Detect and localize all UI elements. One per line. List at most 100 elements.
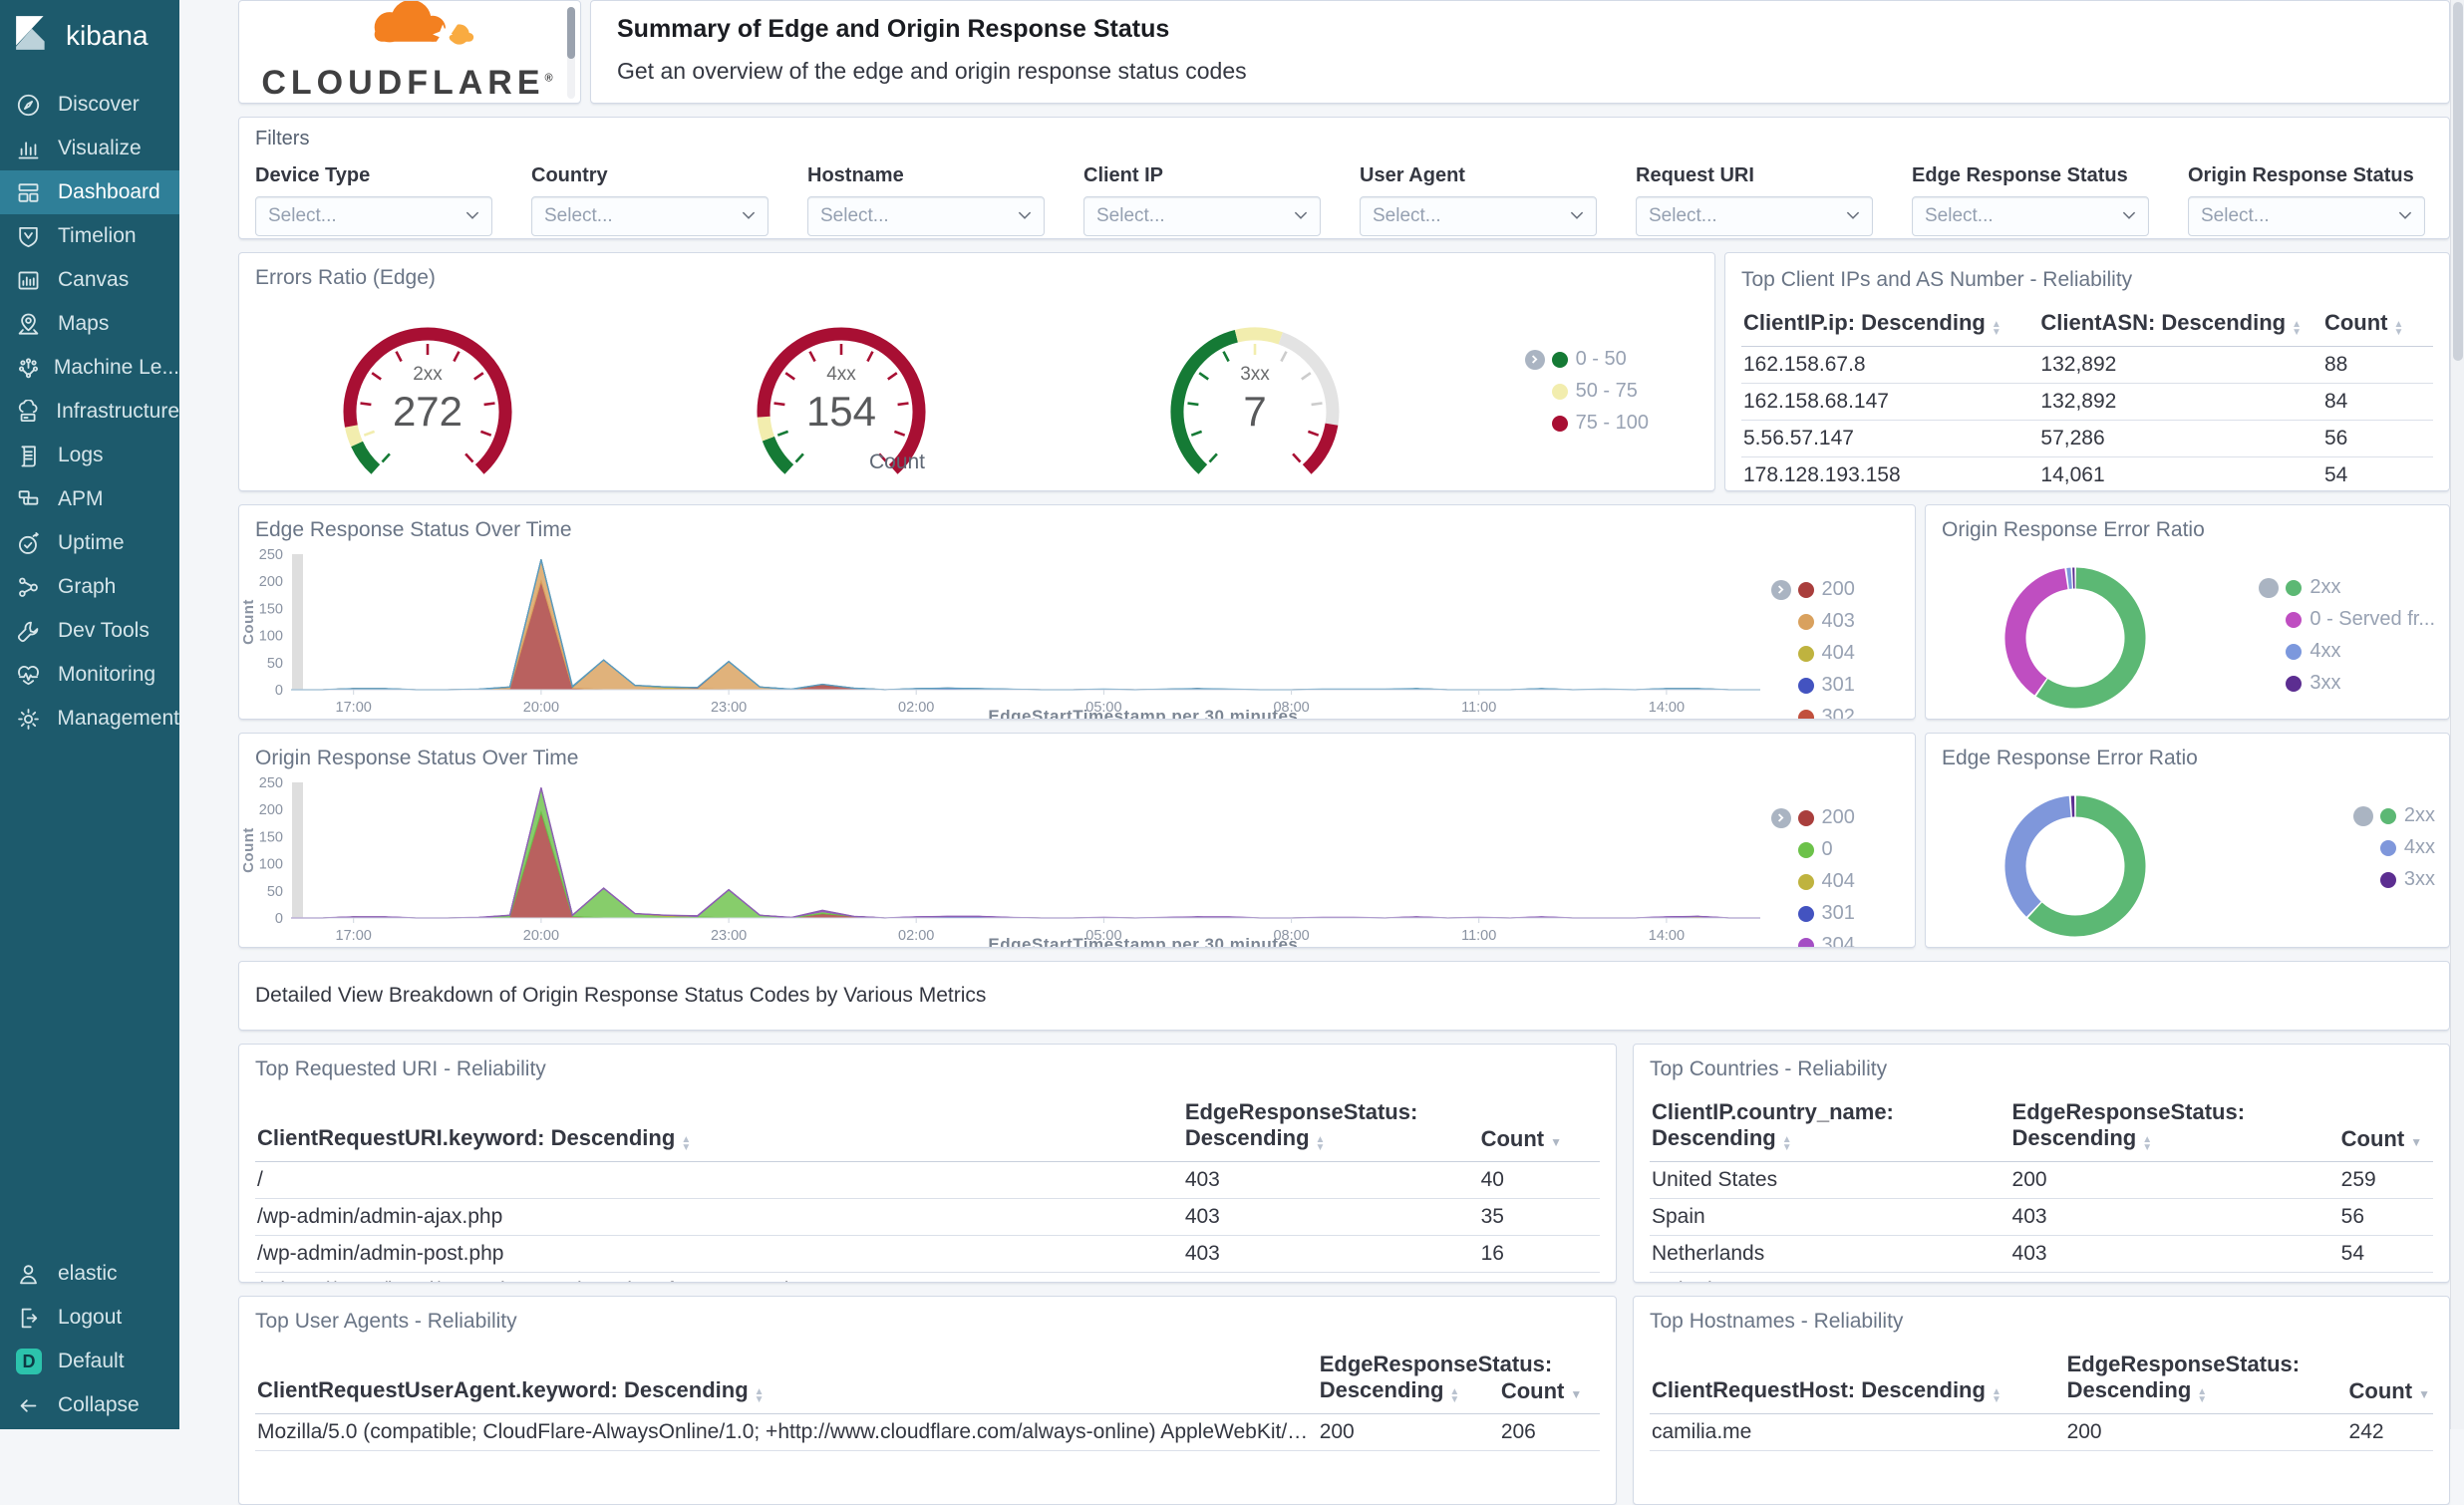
legend-item[interactable]: 200 — [1798, 578, 1916, 601]
svg-text:EdgeStartTimestamp per 30 minu: EdgeStartTimestamp per 30 minutes — [988, 707, 1298, 720]
column-header[interactable]: EdgeResponseStatus: Descending▲▼ — [1318, 1342, 1499, 1414]
legend-item[interactable]: 304 — [1798, 934, 1916, 948]
legend-item[interactable]: 4xx — [2286, 640, 2435, 663]
edge-error-ratio-donut[interactable] — [1990, 778, 2161, 948]
legend-expand-icon[interactable] — [1771, 580, 1791, 600]
table-cell: /wp-admin/admin-post.php — [255, 1236, 1183, 1273]
legend-item[interactable]: 3xx — [2286, 672, 2435, 695]
column-header[interactable]: ClientRequestURI.keyword: Descending▲▼ — [255, 1089, 1183, 1162]
column-header[interactable]: Count▼ — [2339, 1089, 2433, 1162]
sidebar-item-management[interactable]: Management — [0, 697, 179, 741]
legend-expand-icon[interactable] — [2259, 578, 2279, 598]
legend-item[interactable]: 404 — [1798, 870, 1916, 893]
sidebar-item-monitoring[interactable]: Monitoring — [0, 653, 179, 697]
svg-text:272: 272 — [393, 388, 462, 435]
column-header[interactable]: Count▼ — [1479, 1089, 1600, 1162]
legend-color-dot — [1798, 938, 1814, 949]
column-header[interactable]: EdgeResponseStatus: Descending▲▼ — [2065, 1342, 2347, 1414]
legend-item[interactable]: 0 — [1798, 838, 1916, 861]
legend-expand-icon[interactable] — [1525, 350, 1545, 370]
sidebar-item-apm[interactable]: APM — [0, 477, 179, 521]
legend-item[interactable]: 301 — [1798, 902, 1916, 925]
table-cell: 403 — [2010, 1199, 2339, 1236]
legend-item[interactable]: 200 — [1798, 806, 1916, 829]
table-row: Netherlands40354 — [1650, 1236, 2433, 1273]
sidebar-item-dashboard[interactable]: Dashboard — [0, 170, 179, 214]
column-header[interactable]: ClientRequestHost: Descending▲▼ — [1650, 1342, 2065, 1414]
origin-status-area-chart[interactable]: 05010015020025017:0020:0023:0002:0005:00… — [239, 774, 1768, 948]
page-scrollbar[interactable] — [2450, 0, 2464, 1429]
sidebar-item-maps[interactable]: Maps — [0, 302, 179, 346]
legend-item[interactable]: 301 — [1798, 674, 1916, 697]
svg-text:EdgeStartTimestamp per 30 minu: EdgeStartTimestamp per 30 minutes — [988, 935, 1298, 948]
panel-scrollbar[interactable] — [567, 7, 575, 99]
legend-item[interactable]: 302 — [1798, 706, 1916, 720]
legend-item[interactable]: 50 - 75 — [1552, 380, 1649, 403]
sidebar-item-visualize[interactable]: Visualize — [0, 127, 179, 170]
svg-text:17:00: 17:00 — [336, 928, 372, 944]
legend-expand-icon[interactable] — [2353, 806, 2373, 826]
filter-field: Edge Response StatusSelect... — [1912, 164, 2149, 236]
column-header[interactable]: Count▼ — [2347, 1342, 2433, 1414]
legend-color-dot — [2380, 840, 2396, 856]
legend-item[interactable]: 0 - 50 — [1552, 348, 1649, 371]
sidebar-item-label: Timelion — [58, 224, 137, 248]
legend-item[interactable]: 404 — [1798, 642, 1916, 665]
select-placeholder: Select... — [1096, 205, 1294, 227]
legend-color-dot — [1552, 352, 1568, 368]
filter-select[interactable]: Select... — [1360, 196, 1597, 236]
top-hostnames-panel: Top Hostnames - Reliability ClientReques… — [1633, 1296, 2450, 1505]
chevron-down-icon — [465, 207, 479, 225]
column-header[interactable]: ClientIP.ip: Descending▲▼ — [1741, 300, 2038, 347]
edge-status-area-chart[interactable]: 05010015020025017:0020:0023:0002:0005:00… — [239, 546, 1768, 720]
legend-item[interactable]: 3xx — [2380, 868, 2435, 891]
sidebar-item-uptime[interactable]: Uptime — [0, 521, 179, 565]
column-header[interactable]: EdgeResponseStatus: Descending▲▼ — [2010, 1089, 2339, 1162]
svg-text:Count: Count — [240, 827, 257, 873]
legend-item[interactable]: 2xx — [2286, 576, 2435, 599]
svg-text:14:00: 14:00 — [1649, 700, 1685, 716]
legend-item[interactable]: 75 - 100 — [1552, 412, 1649, 435]
sidebar-item-logout[interactable]: Logout — [0, 1296, 179, 1340]
legend-expand-icon[interactable] — [1771, 808, 1791, 828]
legend-item[interactable]: 0 - Served fr... — [2286, 608, 2435, 631]
legend-item[interactable]: 403 — [1798, 610, 1916, 633]
table-cell: 200 — [1318, 1414, 1499, 1451]
column-header[interactable]: ClientRequestUserAgent.keyword: Descendi… — [255, 1342, 1318, 1414]
kibana-logo[interactable]: kibana — [0, 0, 179, 67]
sidebar-item-machine-learning[interactable]: Machine Le... — [0, 346, 179, 390]
origin-error-ratio-donut[interactable] — [1990, 550, 2161, 720]
svg-text:3xx: 3xx — [1240, 364, 1270, 385]
column-header[interactable]: Count▲▼ — [2322, 300, 2433, 347]
legend-item[interactable]: 4xx — [2380, 836, 2435, 859]
column-header[interactable]: ClientASN: Descending▲▼ — [2038, 300, 2322, 347]
filter-select[interactable]: Select... — [1636, 196, 1873, 236]
filter-select[interactable]: Select... — [807, 196, 1045, 236]
table-cell: 5.56.57.147 — [1741, 421, 2038, 457]
sidebar-item-infrastructure[interactable]: Infrastructure — [0, 390, 179, 434]
sidebar-item-discover[interactable]: Discover — [0, 83, 179, 127]
filter-field: Device TypeSelect... — [255, 164, 492, 236]
filter-select[interactable]: Select... — [1912, 196, 2149, 236]
filter-select[interactable]: Select... — [2188, 196, 2425, 236]
legend-label: 3xx — [2404, 868, 2435, 891]
sidebar-item-logs[interactable]: Logs — [0, 434, 179, 477]
sidebar-item-collapse[interactable]: Collapse — [0, 1383, 179, 1427]
filter-select[interactable]: Select... — [1083, 196, 1321, 236]
sidebar-item-elastic[interactable]: elastic — [0, 1252, 179, 1296]
sidebar-item-graph[interactable]: Graph — [0, 565, 179, 609]
svg-text:02:00: 02:00 — [898, 700, 934, 716]
sidebar-item-canvas[interactable]: Canvas — [0, 258, 179, 302]
legend-item[interactable]: 2xx — [2380, 804, 2435, 827]
filter-select[interactable]: Select... — [255, 196, 492, 236]
panel-title: Top Client IPs and AS Number - Reliabili… — [1725, 253, 2449, 292]
legend-label: 2xx — [2404, 804, 2435, 827]
filter-select[interactable]: Select... — [531, 196, 769, 236]
sidebar-item-timelion[interactable]: Timelion — [0, 214, 179, 258]
sort-icon: ▲▼ — [755, 1388, 765, 1404]
sidebar-item-dev-tools[interactable]: Dev Tools — [0, 609, 179, 653]
sidebar-item-default-space[interactable]: DDefault — [0, 1340, 179, 1383]
column-header[interactable]: EdgeResponseStatus: Descending▲▼ — [1183, 1089, 1479, 1162]
column-header[interactable]: ClientIP.country_name: Descending▲▼ — [1650, 1089, 2010, 1162]
table-cell: 16 — [1479, 1236, 1600, 1273]
